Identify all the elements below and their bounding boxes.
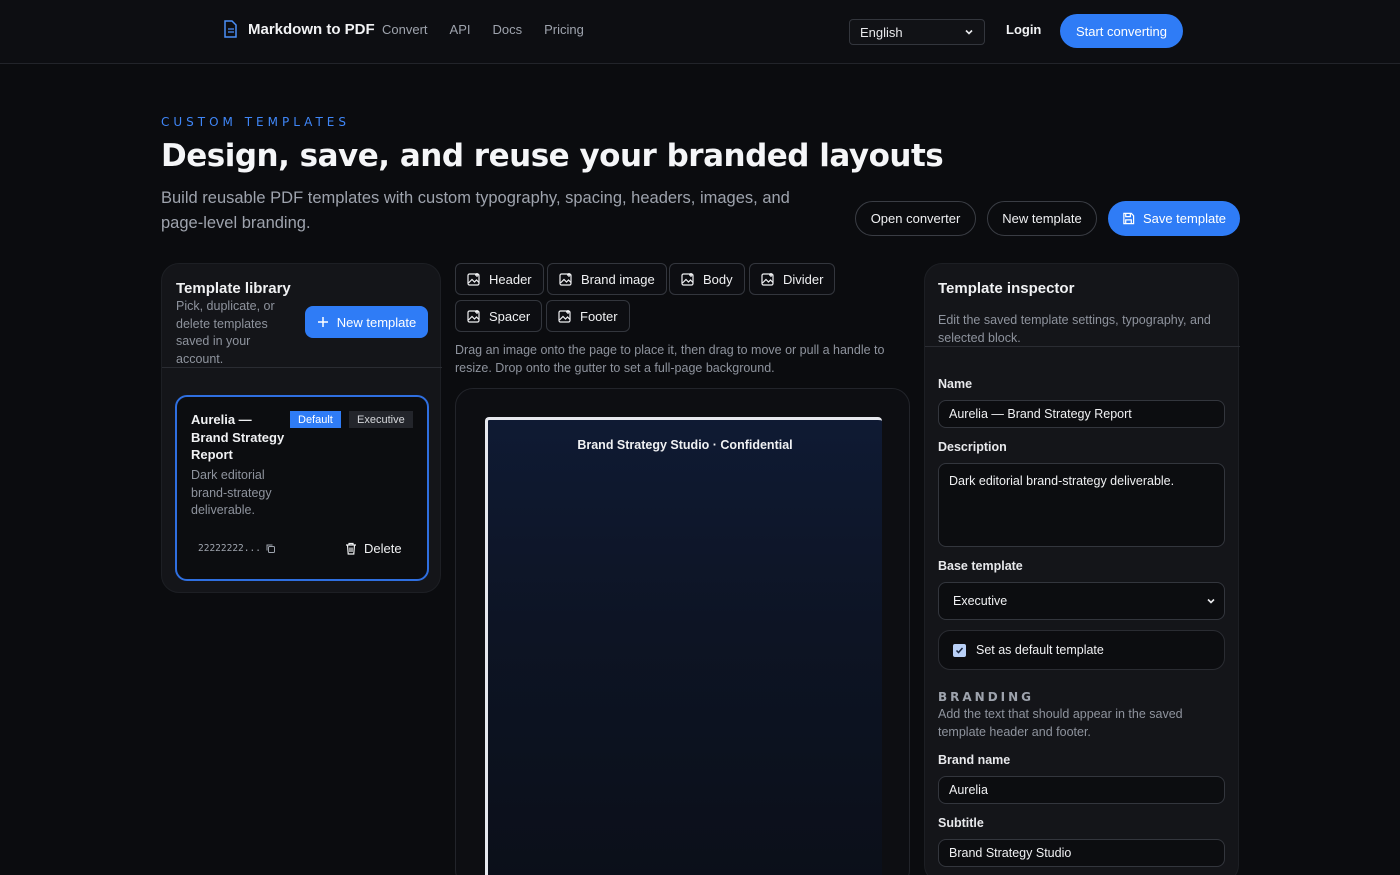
library-title: Template library (176, 280, 291, 297)
delete-label: Delete (364, 541, 402, 556)
template-card-description: Dark editorial brand-strategy deliverabl… (191, 468, 272, 517)
block-body-label: Body (703, 271, 733, 287)
block-footer-button[interactable]: Footer (546, 300, 630, 332)
template-card-name: Aurelia — Brand Strategy Report (191, 412, 285, 462)
image-add-icon (761, 273, 774, 286)
top-nav: Markdown to PDF Convert API Docs Pricing… (0, 0, 1400, 64)
brand[interactable]: Markdown to PDF (222, 20, 375, 38)
default-checkbox[interactable] (953, 643, 966, 657)
login-link[interactable]: Login (1006, 22, 1041, 37)
name-field[interactable]: Aurelia — Brand Strategy Report (938, 400, 1225, 428)
pdf-page-preview[interactable]: Brand Strategy Studio · Confidential (485, 417, 882, 875)
library-description: Pick, duplicate, or delete templates sav… (176, 299, 275, 366)
image-add-icon (558, 310, 571, 323)
base-template-select[interactable]: Executive (938, 582, 1225, 620)
hero-subtitle: Build reusable PDF templates with custom… (161, 189, 790, 232)
image-add-icon (467, 310, 480, 323)
branding-description: Add the text that should appear in the s… (938, 707, 1183, 739)
template-inspector-panel: Template inspector Edit the saved templa… (924, 263, 1240, 875)
chevron-down-icon (965, 29, 973, 35)
plus-icon (317, 317, 328, 327)
block-divider-label: Divider (783, 271, 824, 287)
chevron-down-icon (1207, 598, 1215, 604)
subtitle-field[interactable]: Brand Strategy Studio (938, 839, 1225, 867)
inspector-divider (925, 346, 1240, 347)
delete-template-button[interactable]: Delete (345, 541, 402, 556)
description-textarea[interactable]: Dark editorial brand-strategy deliverabl… (938, 463, 1225, 547)
subtitle-label: Subtitle (938, 816, 984, 830)
image-add-icon (467, 273, 480, 286)
trash-icon (346, 542, 356, 555)
copy-icon[interactable] (265, 543, 276, 554)
new-template-button[interactable]: New template (987, 201, 1097, 236)
branding-heading: BRANDING (938, 690, 1035, 704)
document-icon (224, 20, 237, 38)
hero-actions: Open converter New template Save templat… (855, 201, 1240, 236)
library-divider (162, 367, 442, 368)
block-brand-image-label: Brand image (581, 271, 655, 287)
nav-link-api[interactable]: API (450, 22, 471, 37)
start-converting-button[interactable]: Start converting (1060, 14, 1183, 48)
image-add-icon (559, 273, 572, 286)
default-badge: Default (290, 411, 341, 428)
inspector-description: Edit the saved template settings, typogr… (938, 313, 1211, 345)
base-template-value: Executive (953, 594, 1008, 608)
description-label: Description (938, 440, 1007, 454)
block-divider-button[interactable]: Divider (749, 263, 836, 295)
default-checkbox-label: Set as default template (976, 643, 1104, 657)
block-spacer-button[interactable]: Spacer (455, 300, 543, 332)
block-header-label: Header (489, 271, 532, 287)
save-template-button[interactable]: Save template (1108, 201, 1240, 236)
block-footer-label: Footer (580, 308, 618, 324)
nav-links: Convert API Docs Pricing (382, 22, 584, 37)
block-brand-image-button[interactable]: Brand image (547, 263, 667, 295)
template-id[interactable]: 22222222... (198, 543, 276, 554)
hero-eyebrow: CUSTOM TEMPLATES (161, 115, 350, 129)
image-add-icon (681, 273, 694, 286)
language-value: English (860, 24, 903, 40)
nav-link-pricing[interactable]: Pricing (544, 22, 584, 37)
block-spacer-label: Spacer (489, 308, 531, 324)
brand-name-field[interactable]: Aurelia (938, 776, 1225, 804)
library-new-template-label: New template (336, 314, 417, 330)
blocks-hint: Drag an image onto the page to place it,… (455, 343, 885, 375)
page-title: Design, save, and reuse your branded lay… (161, 138, 944, 174)
save-template-label: Save template (1142, 211, 1227, 226)
block-header-button[interactable]: Header (455, 263, 544, 295)
name-label: Name (938, 377, 973, 391)
default-template-toggle[interactable]: Set as default template (938, 630, 1225, 670)
template-id-value: 22222222... (198, 543, 261, 554)
template-card[interactable]: Aurelia — Brand Strategy Report Default … (175, 395, 429, 581)
page-canvas[interactable]: Brand Strategy Studio · Confidential (455, 388, 910, 875)
brand-name-label: Brand name (938, 753, 1011, 767)
nav-link-convert[interactable]: Convert (382, 22, 428, 37)
save-icon (1123, 212, 1135, 225)
library-new-template-button[interactable]: New template (305, 306, 428, 338)
page-header-block[interactable]: Brand Strategy Studio · Confidential (488, 438, 882, 452)
block-body-button[interactable]: Body (669, 263, 745, 295)
brand-name: Markdown to PDF (248, 20, 375, 38)
base-template-label: Base template (938, 559, 1023, 573)
open-converter-button[interactable]: Open converter (855, 201, 976, 236)
nav-link-docs[interactable]: Docs (493, 22, 523, 37)
template-library-panel: Template library Pick, duplicate, or del… (161, 263, 442, 593)
check-icon (955, 647, 964, 654)
inspector-title: Template inspector (938, 280, 1075, 297)
base-template-badge: Executive (349, 411, 413, 428)
language-select[interactable]: English (849, 19, 985, 45)
